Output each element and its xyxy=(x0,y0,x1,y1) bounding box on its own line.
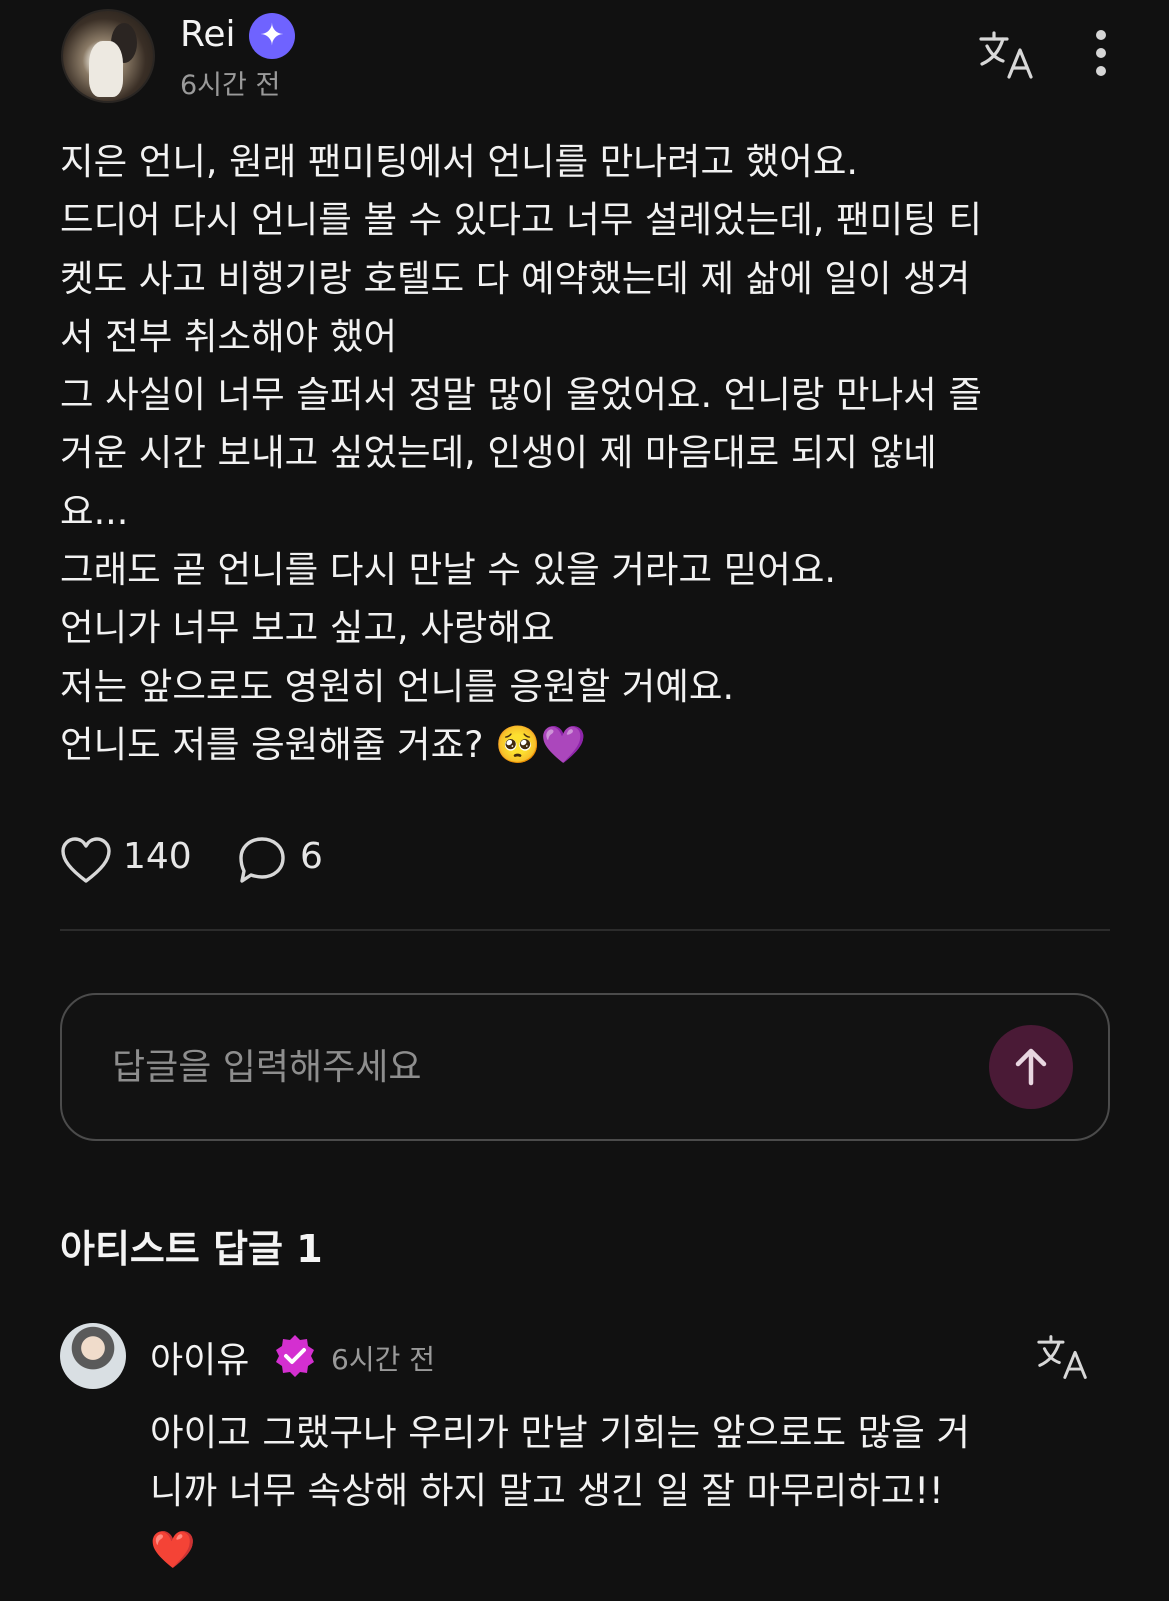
post-line: 요... xyxy=(60,489,129,533)
divider xyxy=(60,929,1110,931)
translate-icon[interactable] xyxy=(979,30,1035,80)
artist-avatar[interactable] xyxy=(60,1323,126,1389)
artist-name[interactable]: 아이유 xyxy=(150,1331,249,1383)
avatar-pet xyxy=(89,41,123,97)
reply-box xyxy=(60,993,1110,1141)
post-body: 지은 언니, 원래 팬미팅에서 언니를 만나려고 했어요. 드디어 다시 언니를… xyxy=(60,133,1120,774)
verified-badge-icon xyxy=(276,1335,314,1377)
post-line: 언니가 너무 보고 싶고, 사랑해요 xyxy=(60,606,555,650)
reply-line: ❤️ xyxy=(150,1527,196,1571)
send-button[interactable] xyxy=(989,1025,1073,1109)
artist-reply-time: 6시간 전 xyxy=(331,1343,435,1376)
post-time: 6시간 전 xyxy=(180,70,281,101)
reply-line: 아이고 그랬구나 우리가 만날 기회는 앞으로도 많을 거 xyxy=(150,1411,970,1454)
author-avatar[interactable] xyxy=(61,9,155,103)
sparkle-verified-icon: ✦ xyxy=(249,13,295,59)
arrow-up-icon xyxy=(1015,1048,1047,1086)
artist-reply-text: 아이고 그랬구나 우리가 만날 기회는 앞으로도 많을 거 니까 너무 속상해 … xyxy=(150,1404,1110,1579)
more-options-icon[interactable] xyxy=(1089,30,1113,84)
reply-line: 니까 너무 속상해 하지 말고 생긴 일 잘 마무리하고!! xyxy=(150,1469,944,1513)
post-line: 그래도 곧 언니를 다시 만날 수 있을 거라고 믿어요. xyxy=(60,548,837,592)
post-line: 그 사실이 너무 슬퍼서 정말 많이 울었어요. 언니랑 만나서 즐 xyxy=(60,373,982,417)
post-line: 서 전부 취소해야 했어 xyxy=(60,314,398,358)
like-count: 140 xyxy=(123,836,192,877)
comment-icon[interactable] xyxy=(238,836,286,884)
author-name[interactable]: Rei xyxy=(180,14,236,55)
artist-replies-title: 아티스트 답글 1 xyxy=(60,1227,323,1271)
reply-input[interactable] xyxy=(112,1039,932,1095)
post-line: 지은 언니, 원래 팬미팅에서 언니를 만나려고 했어요. xyxy=(60,140,858,183)
post-line: 언니도 저를 응원해줄 거죠? 🥺💜 xyxy=(60,722,587,766)
comment-count: 6 xyxy=(300,836,323,877)
post-line: 켓도 사고 비행기랑 호텔도 다 예약했는데 제 삶에 일이 생겨 xyxy=(60,256,971,300)
post-line: 거운 시간 보내고 싶었는데, 인생이 제 마음대로 되지 않네 xyxy=(60,431,937,475)
post-detail-page: Rei ✦ 6시간 전 지은 언니, 원래 팬미팅에서 언니를 만나려고 했어요… xyxy=(0,0,1169,1601)
post-line: 저는 앞으로도 영원히 언니를 응원할 거예요. xyxy=(60,664,735,708)
translate-icon[interactable] xyxy=(1037,1333,1089,1381)
post-line: 드디어 다시 언니를 볼 수 있다고 너무 설레었는데, 팬미팅 티 xyxy=(60,198,982,242)
heart-icon[interactable] xyxy=(60,837,112,885)
